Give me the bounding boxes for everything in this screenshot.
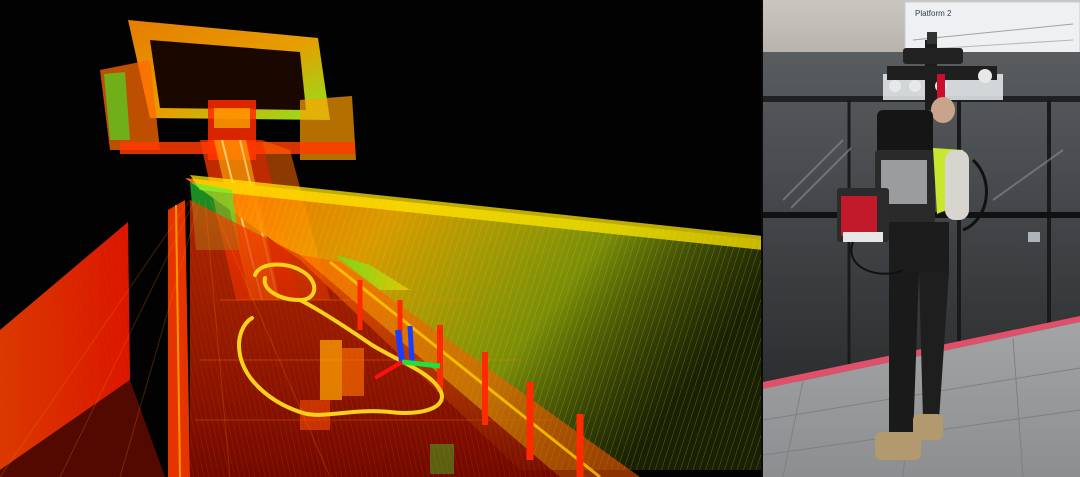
far-structure <box>100 20 356 160</box>
point-cloud-render <box>0 0 763 477</box>
lidar-point-cloud-view <box>0 0 763 477</box>
split-image: Platform 2 <box>0 0 1080 477</box>
station-photo: Platform 2 <box>763 0 1080 477</box>
sign-label: Platform 2 <box>915 9 952 18</box>
backpack-scanner-photo: Platform 2 <box>763 0 1080 477</box>
